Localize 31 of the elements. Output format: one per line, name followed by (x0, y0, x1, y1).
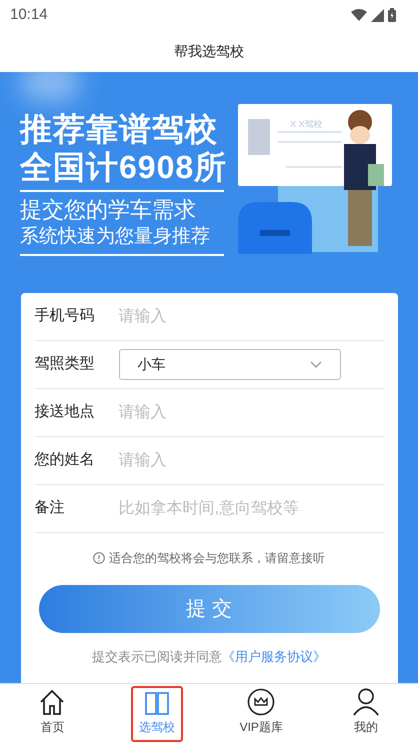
field-label: 驾照类型 (34, 354, 96, 374)
banner-subline: 提交您的学车需求 (20, 196, 197, 224)
card-label: X X驾校 (290, 118, 323, 131)
signal-icon (371, 8, 384, 22)
info-icon (93, 552, 105, 564)
field-label: 您的姓名 (34, 450, 96, 470)
license-type-dropdown[interactable]: 小车 (118, 349, 340, 380)
person-icon (352, 688, 380, 716)
chevron-down-icon (310, 361, 322, 368)
crown-icon (247, 688, 276, 716)
status-time: 10:14 (10, 4, 48, 25)
agreement-text: 提交表示已阅读并同意《用户服务协议》 (92, 648, 326, 666)
field-label: 接送地点 (34, 402, 96, 422)
book-icon (144, 690, 170, 716)
banner-subline: 系统快速为您量身推荐 (20, 225, 211, 249)
field-label: 备注 (34, 498, 66, 518)
home-icon (38, 688, 66, 716)
input-field[interactable]: 请输入 (118, 448, 384, 472)
tab-item[interactable]: 我的 (340, 686, 392, 742)
battery-icon (388, 8, 396, 22)
page-title: 帮我选驾校 (174, 42, 244, 60)
input-field[interactable]: 比如拿本时间,意向驾校等 (118, 496, 384, 520)
tab-item[interactable]: 首页 (26, 686, 78, 742)
notice-text: 适合您的驾校将会与您联系，请留意接听 (109, 550, 325, 567)
banner-headline: 全国计6908所 (20, 148, 228, 186)
input-field[interactable]: 请输入 (118, 304, 384, 328)
input-field[interactable]: 请输入 (118, 400, 384, 424)
banner-headline: 推荐靠谱驾校 (20, 110, 219, 148)
wifi-icon (351, 9, 367, 21)
field-label: 手机号码 (34, 306, 96, 326)
tab-item[interactable]: VIP题库 (235, 686, 288, 742)
